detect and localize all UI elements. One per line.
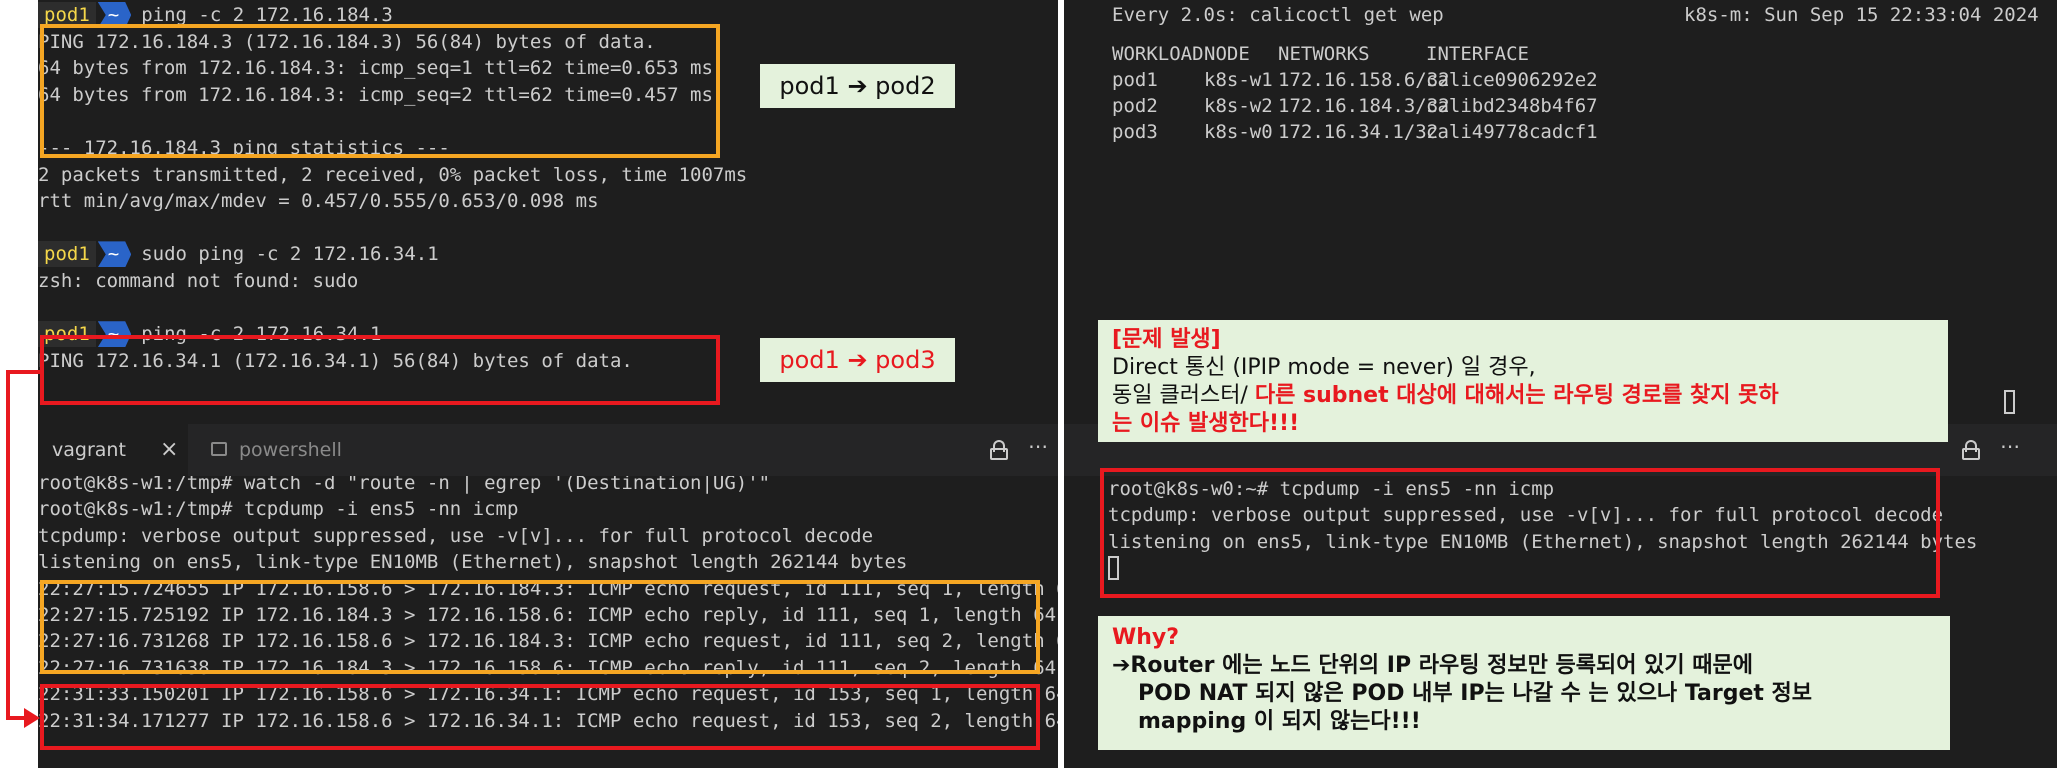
note-why-line1: ➔Router 에는 노드 단위의 IP 라우팅 정보만 등록되어 있기 때문에 — [1112, 653, 1753, 678]
table-header-cell: WORKLOAD — [1112, 43, 1204, 65]
note-issue: [문제 발생] Direct 통신 (IPIP mode = never) 일 … — [1098, 320, 1948, 442]
terminal-output-line: --- 172.16.184.3 ping statistics --- — [38, 137, 450, 159]
watch-host-time: k8s-m: Sun Sep 15 22:33:04 2024 — [1684, 4, 2039, 26]
tab-bar-left: vagrant × powershell ⋯ — [38, 424, 1058, 476]
terminal-output-line: 64 bytes from 172.16.184.3: icmp_seq=2 t… — [38, 83, 713, 106]
terminal-cursor — [1108, 556, 1119, 580]
label-pod1-pod2: pod1 ➔ pod2 — [760, 64, 955, 108]
note-why-title: Why? — [1112, 625, 1180, 650]
tab-label-powershell: powershell — [239, 439, 342, 461]
prompt-dir: ~ — [97, 321, 132, 348]
close-icon[interactable]: × — [160, 424, 178, 476]
terminal-output-line: listening on ens5, link-type EN10MB (Eth… — [1108, 530, 1978, 553]
prompt-line: pod1 ~ ping -c 2 172.16.34.1 — [38, 321, 382, 348]
prompt-line: pod1 ~ ping -c 2 172.16.184.3 — [38, 2, 393, 28]
note-why-line3: mapping 이 되지 않는다!!! — [1138, 709, 1421, 734]
tab-label-vagrant: vagrant — [52, 439, 126, 461]
more-options-icon[interactable]: ⋯ — [2000, 434, 2020, 458]
terminal-output-line: 22:31:34.171277 IP 172.16.158.6 > 172.16… — [38, 709, 1058, 732]
watch-header: Every 2.0s: calicoctl get wep — [1112, 4, 1444, 26]
prompt-command: ping -c 2 172.16.34.1 — [141, 323, 382, 346]
terminal-cursor — [2004, 390, 2015, 414]
table-cell: calice0906292e2 — [1426, 69, 1598, 91]
arrow-head-icon — [24, 708, 40, 728]
terminal-output-line: 22:27:15.725192 IP 172.16.184.3 > 172.16… — [38, 604, 1057, 626]
terminal-output-line: zsh: command not found: sudo — [38, 270, 359, 292]
prompt-line: pod1 ~ sudo ping -c 2 172.16.34.1 — [38, 241, 439, 268]
connector-line-vertical — [6, 370, 10, 720]
table-cell: calibd2348b4f67 — [1426, 95, 1598, 117]
prompt-command: ping -c 2 172.16.184.3 — [141, 4, 393, 26]
terminal-output-line: rtt min/avg/max/mdev = 0.457/0.555/0.653… — [38, 190, 599, 213]
note-issue-line2: 동일 클러스터/ 다른 subnet 대상에 대해서는 라우팅 경로를 찾지 못… — [1112, 382, 1934, 410]
terminal-output-line: tcpdump: verbose output suppressed, use … — [38, 524, 874, 547]
terminal-pane-bottom-left[interactable]: root@k8s-w1:/tmp# watch -d "route -n | e… — [38, 476, 1058, 768]
table-cell: pod3 — [1112, 121, 1158, 143]
prompt-dir: ~ — [97, 2, 132, 28]
terminal-output-line: 2 packets transmitted, 2 received, 0% pa… — [38, 163, 748, 186]
table-cell: 172.16.184.3/32 — [1278, 95, 1450, 117]
lock-icon[interactable] — [1962, 440, 1980, 460]
table-cell: k8s-w0 — [1204, 121, 1273, 143]
more-options-icon[interactable]: ⋯ — [1028, 434, 1048, 458]
connector-line-bottom — [6, 716, 26, 720]
prompt-host: pod1 — [38, 241, 96, 268]
terminal-output-line: listening on ens5, link-type EN10MB (Eth… — [38, 551, 908, 574]
tab-vagrant[interactable]: vagrant × — [38, 424, 188, 476]
terminal-output-line: PING 172.16.34.1 (172.16.34.1) 56(84) by… — [38, 349, 633, 372]
table-header-cell: INTERFACE — [1426, 43, 1529, 65]
terminal-output-line: root@k8s-w1:/tmp# watch -d "route -n | e… — [38, 476, 771, 494]
table-cell: 172.16.34.1/32 — [1278, 121, 1439, 143]
terminal-output-line: root@k8s-w1:/tmp# tcpdump -i ens5 -nn ic… — [38, 498, 519, 521]
prompt-host: pod1 — [38, 321, 96, 348]
note-issue-line3: 는 이슈 발생한다!!! — [1112, 411, 1300, 436]
note-why: Why? ➔Router 에는 노드 단위의 IP 라우팅 정보만 등록되어 있… — [1098, 616, 1950, 750]
terminal-output-line: 22:27:15.724655 IP 172.16.158.6 > 172.16… — [38, 577, 1058, 600]
table-cell: 172.16.158.6/32 — [1278, 69, 1450, 91]
table-cell: pod1 — [1112, 69, 1158, 91]
terminal-output-line: root@k8s-w0:~# tcpdump -i ens5 -nn icmp — [1108, 478, 1555, 500]
table-header-cell: NODE — [1204, 43, 1250, 65]
note-issue-title: [문제 발생] — [1112, 327, 1221, 352]
terminal-output-line: 64 bytes from 172.16.184.3: icmp_seq=1 t… — [38, 57, 713, 80]
note-why-line2: POD NAT 되지 않은 POD 내부 IP는 나갈 수 는 있으나 Targ… — [1138, 681, 1813, 706]
table-cell: k8s-w2 — [1204, 95, 1273, 117]
note-issue-line2-prefix: 동일 클러스터/ — [1112, 383, 1255, 408]
terminal-output-line: PING 172.16.184.3 (172.16.184.3) 56(84) … — [38, 30, 656, 53]
terminal-output-line: 22:27:16.731638 IP 172.16.184.3 > 172.16… — [38, 656, 1057, 679]
terminal-output-line: tcpdump: verbose output suppressed, use … — [1108, 504, 1944, 527]
terminal-output-line: 22:31:33.150201 IP 172.16.158.6 > 172.16… — [38, 683, 1058, 706]
lock-icon[interactable] — [990, 440, 1008, 460]
terminal-output-line: 22:27:16.731268 IP 172.16.158.6 > 172.16… — [38, 630, 1058, 653]
note-issue-line2-highlight: 다른 subnet 대상에 대해서는 라우팅 경로를 찾지 못하 — [1254, 383, 1779, 408]
table-cell: pod2 — [1112, 95, 1158, 117]
connector-line-top — [6, 370, 42, 374]
terminal-icon — [211, 442, 227, 456]
table-header-cell: NETWORKS — [1278, 43, 1370, 65]
prompt-command: sudo ping -c 2 172.16.34.1 — [141, 243, 439, 266]
note-issue-line1: Direct 통신 (IPIP mode = never) 일 경우, — [1112, 355, 1536, 380]
table-cell: cali49778cadcf1 — [1426, 121, 1598, 143]
label-pod1-pod3: pod1 ➔ pod3 — [760, 338, 955, 382]
prompt-host: pod1 — [38, 2, 96, 28]
table-cell: k8s-w1 — [1204, 69, 1273, 91]
tab-powershell[interactable]: powershell — [203, 424, 383, 476]
prompt-dir: ~ — [97, 241, 132, 268]
